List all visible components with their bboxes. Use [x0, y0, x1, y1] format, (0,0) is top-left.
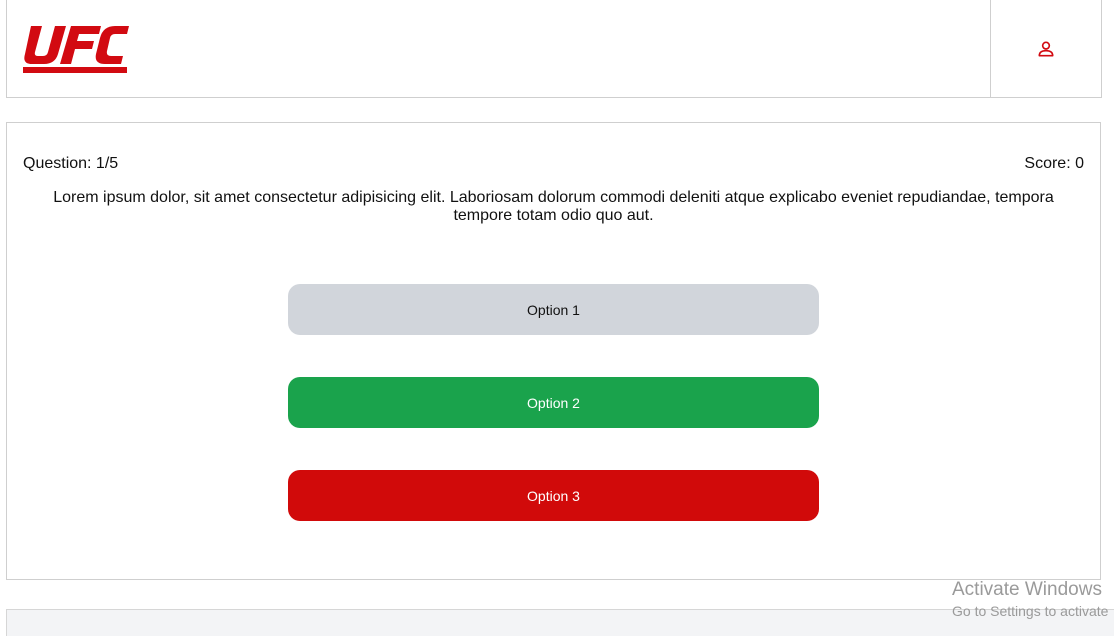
- watermark-subtitle: Go to Settings to activate: [952, 603, 1109, 619]
- score-display: Score: 0: [1024, 155, 1084, 172]
- quiz-card: Question: 1/5 Score: 0 Lorem ipsum dolor…: [6, 122, 1101, 580]
- user-icon: [1038, 41, 1054, 57]
- quiz-meta-row: Question: 1/5 Score: 0: [23, 155, 1084, 173]
- question-text: Lorem ipsum dolor, sit amet consectetur …: [53, 189, 1054, 224]
- watermark-title: Activate Windows: [952, 579, 1102, 600]
- windows-activation-watermark: Activate Windows Go to Settings to activ…: [952, 579, 1108, 621]
- option-1-button[interactable]: Option 1: [288, 284, 819, 335]
- footer-band: [6, 609, 1114, 636]
- user-account-button[interactable]: [990, 0, 1101, 97]
- top-header: [6, 0, 1102, 98]
- question-counter: Question: 1/5: [23, 155, 119, 172]
- option-3-button[interactable]: Option 3: [288, 470, 819, 521]
- ufc-logo[interactable]: [23, 24, 129, 73]
- option-2-button[interactable]: Option 2: [288, 377, 819, 428]
